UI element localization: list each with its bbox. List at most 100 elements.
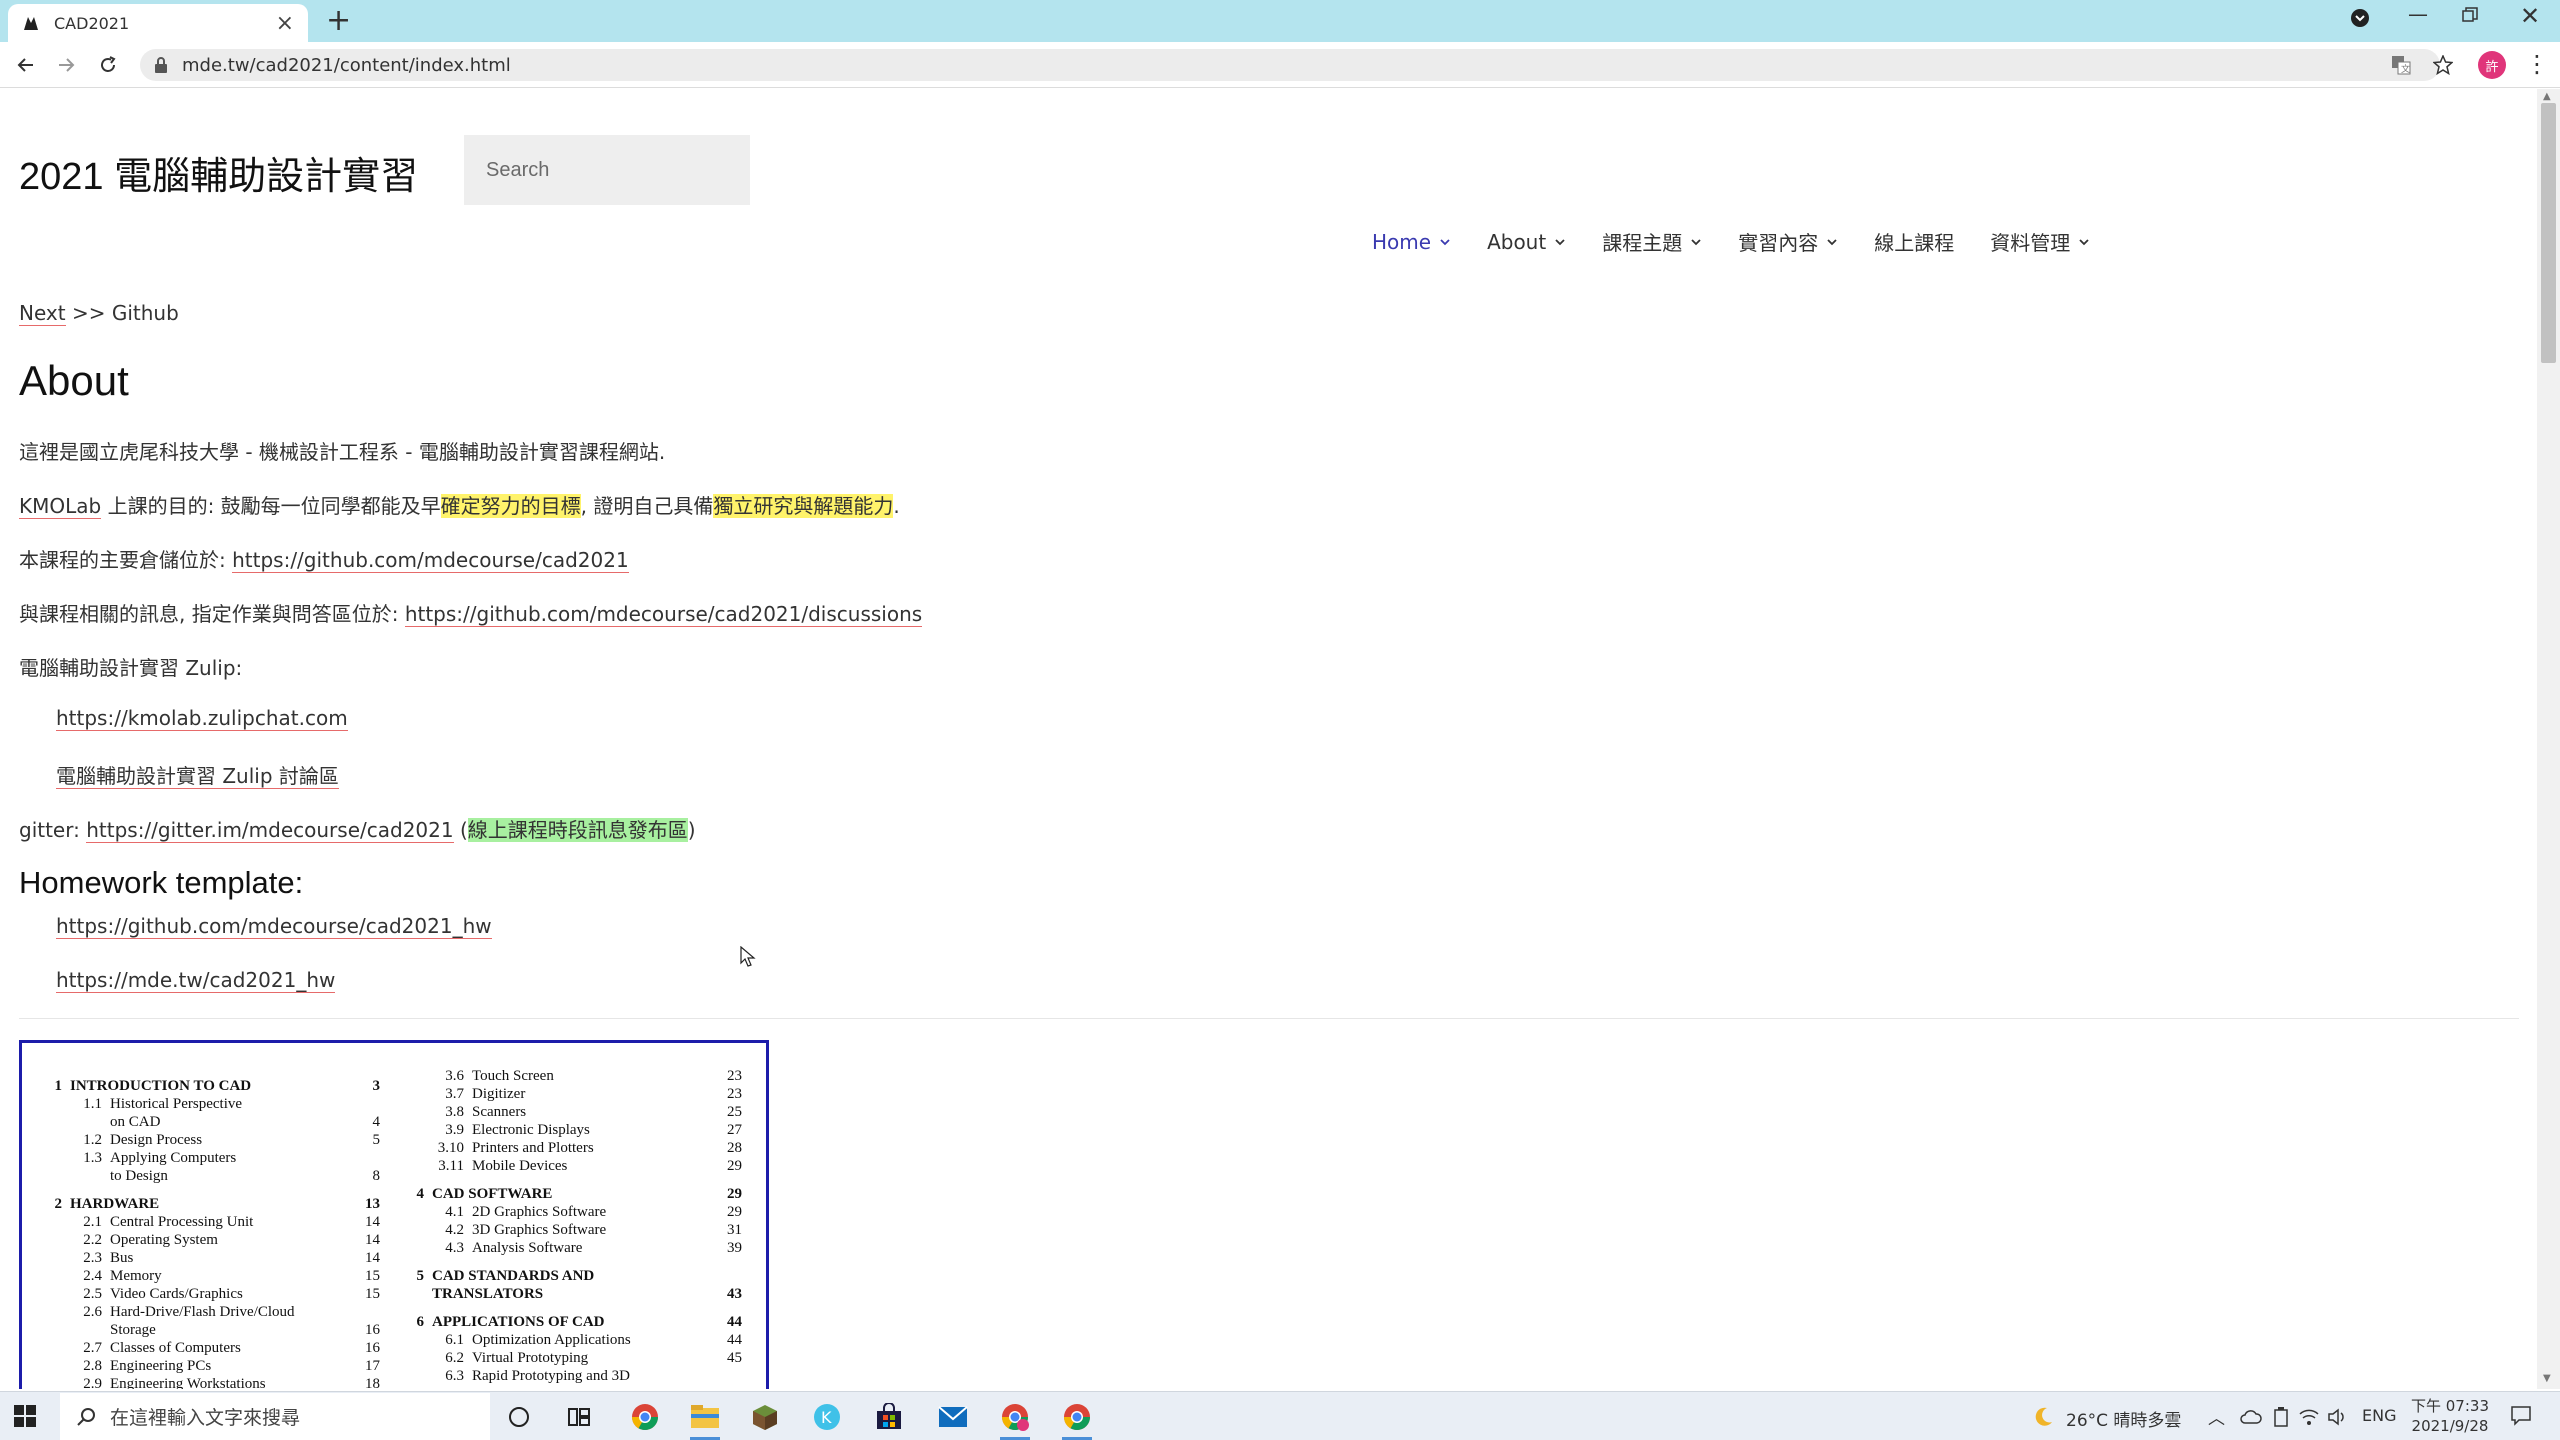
breadcrumb-next-link[interactable]: Next	[19, 301, 66, 326]
chrome-icon[interactable]	[628, 1400, 662, 1434]
system-clock[interactable]: 下午 07:33 2021/9/28	[2400, 1396, 2500, 1436]
tab-cad2021[interactable]: CAD2021 ×	[8, 4, 308, 42]
mail-icon[interactable]	[936, 1400, 970, 1434]
toc-title: Historical Perspective	[110, 1096, 243, 1112]
zulip-stream-link[interactable]: 電腦輔助設計實習 Zulip 討論區	[56, 764, 339, 789]
highlight-goal: 確定努力的目標	[440, 494, 581, 518]
gitter-label: gitter:	[19, 818, 87, 842]
chrome-active-icon[interactable]	[1060, 1400, 1094, 1440]
toc-page	[340, 1095, 380, 1113]
toc-number: 2.7	[83, 1340, 102, 1356]
toc-page: 14	[365, 1214, 380, 1230]
toc-title: Electronic Displays	[472, 1122, 590, 1138]
tray-expand-icon[interactable]: ︿	[2208, 1404, 2225, 1429]
toc-title: CAD SOFTWARE	[432, 1186, 553, 1202]
toc-page	[340, 1303, 380, 1321]
back-icon[interactable]	[12, 51, 40, 79]
translate-icon[interactable]: 文	[2386, 50, 2416, 80]
toc-row: 6 APPLICATIONS OF CAD 44	[412, 1313, 743, 1331]
profile-avatar[interactable]: 許	[2478, 51, 2506, 79]
new-tab-button[interactable]: +	[326, 6, 351, 36]
toc-row: 2.9 Engineering Workstations 18	[50, 1375, 380, 1389]
nav-item-home[interactable]: Home	[1372, 227, 1451, 256]
site-favicon-icon	[22, 14, 40, 32]
bookmark-star-icon[interactable]	[2428, 50, 2458, 80]
scrollbar-thumb[interactable]	[2541, 103, 2556, 363]
page-scrollbar[interactable]: ▲ ▼	[2537, 89, 2560, 1389]
zulip-link[interactable]: https://kmolab.zulipchat.com	[56, 706, 348, 731]
taskbar-search-box[interactable]: 在這裡輸入文字來搜尋	[60, 1393, 490, 1440]
restore-icon[interactable]	[2462, 4, 2478, 28]
reload-icon[interactable]	[94, 51, 122, 79]
tab-close-icon[interactable]: ×	[276, 11, 294, 36]
toc-number: 1	[54, 1078, 63, 1094]
scroll-up-icon[interactable]: ▲	[2543, 91, 2551, 102]
toc-number	[50, 1113, 110, 1131]
nav-item-course-topics[interactable]: 課程主題	[1602, 227, 1702, 256]
tab-search-icon[interactable]	[2350, 8, 2370, 33]
windows-start-icon[interactable]	[14, 1405, 36, 1431]
toc-title: Classes of Computers	[110, 1340, 241, 1356]
toc-number: 4.3	[445, 1240, 464, 1256]
cortana-icon[interactable]	[502, 1400, 536, 1434]
repo-link[interactable]: https://github.com/mdecourse/cad2021	[232, 548, 629, 573]
input-language-indicator[interactable]: ENG	[2362, 1406, 2396, 1425]
forward-icon[interactable]	[52, 51, 80, 79]
file-explorer-icon[interactable]	[688, 1400, 722, 1440]
windows-taskbar: 在這裡輸入文字來搜尋 K 26°C 晴時多雲 ︿ ENG 下午 07:33 20…	[0, 1391, 2560, 1440]
kmolab-link[interactable]: KMOLab	[19, 494, 102, 519]
zulip-label: 電腦輔助設計實習 Zulip:	[19, 656, 243, 680]
gitter-open-paren: (	[453, 818, 468, 842]
close-window-icon[interactable]: ✕	[2520, 2, 2540, 30]
toc-page: 43	[727, 1286, 742, 1302]
toc-page: 16	[365, 1340, 380, 1356]
task-view-icon[interactable]	[562, 1400, 596, 1434]
toc-number: 6	[416, 1314, 425, 1330]
minecraft-icon[interactable]	[748, 1400, 782, 1434]
toc-right-column: 3.6 Touch Screen 23 3.7 Digitizer 23 3.8 Scanne…	[412, 1067, 743, 1385]
weather-text[interactable]: 26°C 晴時多雲	[2066, 1406, 2181, 1431]
scroll-down-icon[interactable]: ▼	[2543, 1373, 2551, 1384]
toc-number: 2.1	[83, 1214, 102, 1230]
microsoft-store-icon[interactable]	[872, 1400, 906, 1434]
nav-item-about[interactable]: About	[1487, 227, 1566, 256]
onedrive-icon[interactable]	[2234, 1400, 2268, 1434]
toc-page: 29	[727, 1186, 742, 1202]
breadcrumb-current: Github	[111, 301, 179, 325]
toc-row: 6.3 Rapid Prototyping and 3D	[412, 1367, 742, 1385]
toc-title: Printers and Plotters	[472, 1140, 594, 1156]
weather-moon-icon[interactable]	[2026, 1400, 2060, 1434]
nav-item-online-course[interactable]: 線上課程	[1874, 227, 1954, 256]
kitty-app-icon[interactable]: K	[810, 1400, 844, 1434]
repo-label: 本課程的主要倉儲位於:	[19, 548, 233, 572]
browser-menu-icon[interactable]: ⋮	[2525, 50, 2549, 78]
nav-item-data-management[interactable]: 資料管理	[1990, 227, 2090, 256]
chrome-profile-icon[interactable]	[998, 1400, 1032, 1440]
site-title[interactable]: 2021 電腦輔助設計實習	[19, 145, 418, 200]
gitter-link[interactable]: https://gitter.im/mdecourse/cad2021	[86, 818, 454, 843]
chevron-down-icon	[1826, 238, 1838, 246]
search-input[interactable]	[464, 135, 750, 205]
notification-center-icon[interactable]	[2510, 1404, 2532, 1430]
toc-page: 29	[727, 1204, 742, 1220]
svg-text:K: K	[821, 1408, 832, 1427]
nav-item-lab-content[interactable]: 實習內容	[1738, 227, 1838, 256]
toc-row: 4 CAD SOFTWARE 29	[412, 1185, 743, 1203]
lock-icon[interactable]	[154, 57, 168, 73]
zulip-paragraph-2: 電腦輔助設計實習 Zulip 討論區	[56, 760, 339, 789]
toc-title: Touch Screen	[472, 1068, 554, 1084]
toc-row: 2.5 Video Cards/Graphics 15	[50, 1285, 380, 1303]
toc-page: 45	[727, 1350, 742, 1366]
toc-row: 2.3 Bus 14	[50, 1249, 380, 1267]
toc-page: 4	[372, 1114, 381, 1130]
homework-github-link[interactable]: https://github.com/mdecourse/cad2021_hw	[56, 914, 492, 939]
volume-icon[interactable]	[2320, 1400, 2354, 1434]
discussions-link[interactable]: https://github.com/mdecourse/cad2021/dis…	[404, 602, 923, 627]
toc-row: Storage 16	[50, 1321, 380, 1339]
address-bar[interactable]: mde.tw/cad2021/content/index.html	[140, 49, 2440, 81]
toc-title: Rapid Prototyping and 3D	[472, 1368, 630, 1384]
toc-title: Virtual Prototyping	[472, 1350, 589, 1366]
homework-site-link[interactable]: https://mde.tw/cad2021_hw	[56, 968, 336, 993]
toc-number: 2.8	[83, 1358, 102, 1374]
minimize-icon[interactable]: —	[2408, 2, 2428, 26]
